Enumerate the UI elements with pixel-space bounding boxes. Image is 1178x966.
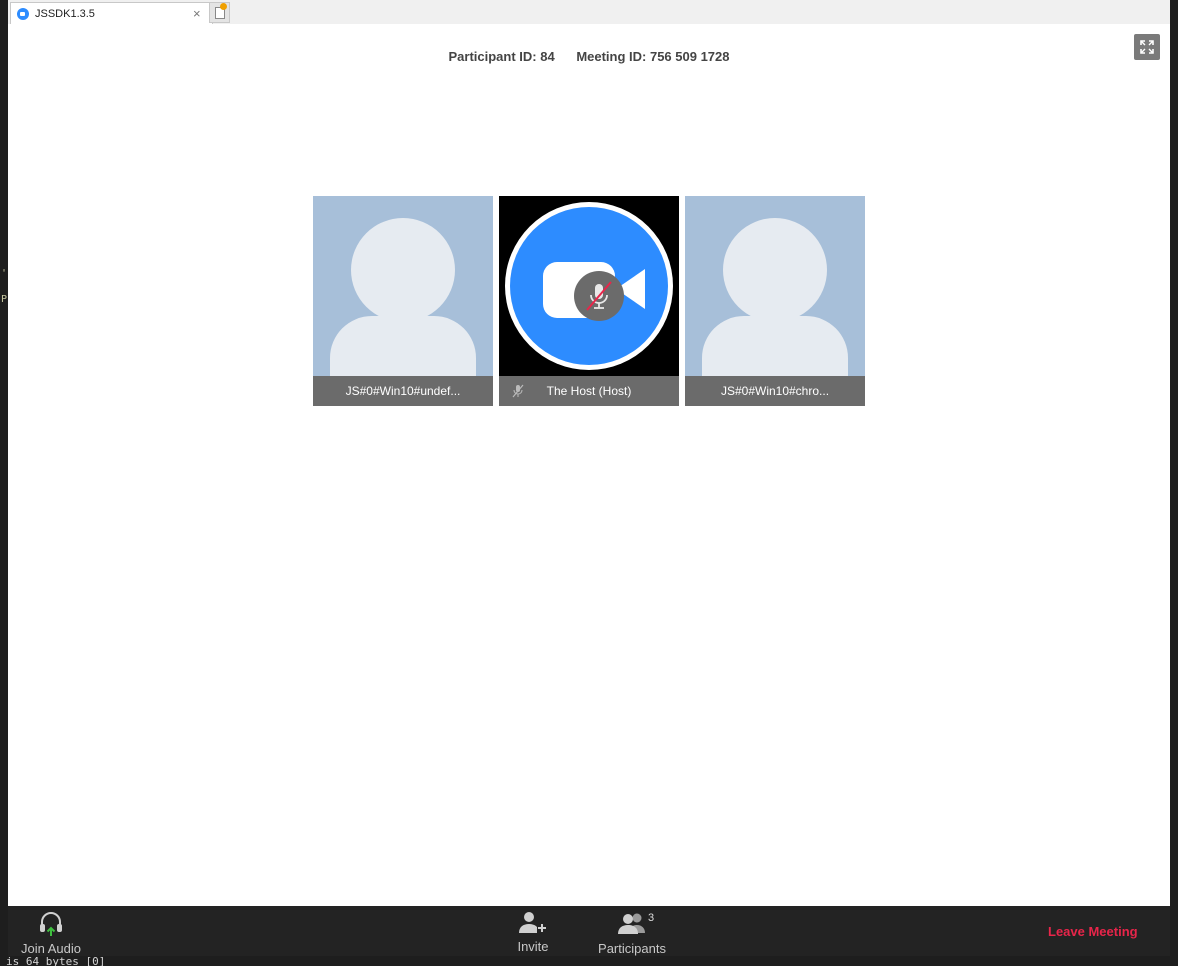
- new-tab-sparkle-icon: [220, 3, 227, 10]
- join-audio-label: Join Audio: [21, 941, 81, 956]
- meeting-info: Participant ID: 84 Meeting ID: 756 509 1…: [8, 49, 1170, 64]
- participants-label: Participants: [598, 941, 666, 956]
- fullscreen-icon: [1140, 40, 1154, 54]
- host-tile[interactable]: The Host (Host): [499, 196, 679, 406]
- participants-icon: [618, 913, 645, 934]
- background-console-text: is 64 bytes [0]: [6, 955, 106, 966]
- editor-glyph: ': [1, 268, 8, 279]
- mic-muted-icon: [512, 384, 524, 398]
- participant-tile[interactable]: JS#0#Win10#undef...: [313, 196, 493, 406]
- avatar-head-icon: [723, 218, 827, 322]
- participant-id: Participant ID: 84: [448, 49, 555, 64]
- meeting-id: Meeting ID: 756 509 1728: [576, 49, 730, 64]
- tab-close-icon[interactable]: ×: [193, 6, 201, 21]
- background-right-strip: [1170, 0, 1178, 966]
- participants-button[interactable]: 3 Participants: [596, 906, 668, 956]
- participant-name: JS#0#Win10#chro...: [685, 376, 865, 406]
- video-gallery: JS#0#Win10#undef... The Host (Host) JS#0…: [313, 196, 865, 406]
- browser-tab[interactable]: JSSDK1.3.5 ×: [10, 2, 213, 24]
- participants-count-badge: 3: [648, 912, 655, 924]
- invite-label: Invite: [517, 939, 549, 954]
- fullscreen-button[interactable]: [1134, 34, 1160, 60]
- muted-mic-icon: [574, 271, 624, 321]
- zoom-favicon-icon: [17, 8, 29, 20]
- meeting-toolbar: Join Audio Invite 3 Participants Leave M…: [8, 906, 1170, 956]
- participant-name: The Host (Host): [546, 384, 632, 398]
- join-audio-button[interactable]: Join Audio: [18, 906, 84, 956]
- invite-icon: [519, 912, 547, 933]
- background-editor-strip: ' P: [0, 0, 8, 966]
- participant-tile[interactable]: JS#0#Win10#chro...: [685, 196, 865, 406]
- new-tab-button[interactable]: [209, 2, 230, 23]
- editor-glyph: P: [1, 294, 8, 305]
- tab-title: JSSDK1.3.5: [35, 8, 95, 20]
- meeting-stage: Participant ID: 84 Meeting ID: 756 509 1…: [8, 24, 1170, 906]
- zoom-logo-icon: [505, 202, 673, 370]
- avatar-head-icon: [351, 218, 455, 322]
- leave-meeting-button[interactable]: Leave Meeting: [1048, 924, 1138, 939]
- headphones-icon: [40, 912, 62, 936]
- browser-tab-bar: JSSDK1.3.5 ×: [8, 0, 1170, 24]
- participant-name: JS#0#Win10#undef...: [313, 376, 493, 406]
- host-name-bar: The Host (Host): [499, 376, 679, 406]
- invite-button[interactable]: Invite: [508, 906, 558, 956]
